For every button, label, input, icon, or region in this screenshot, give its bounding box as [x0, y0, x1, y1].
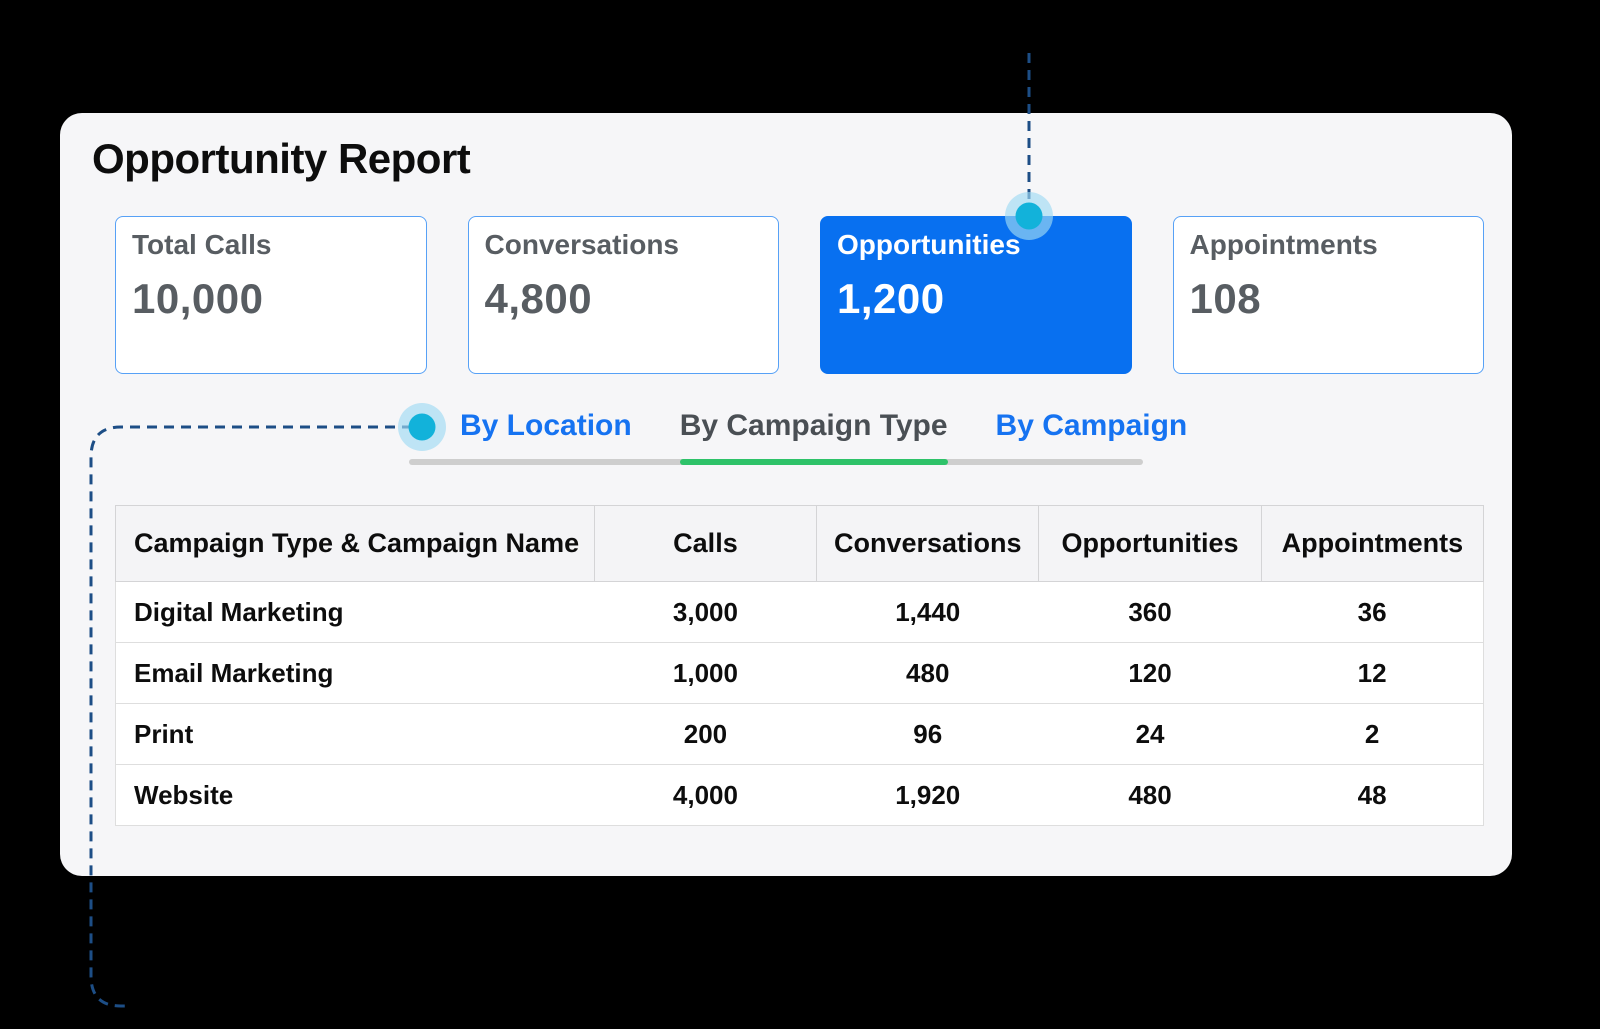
column-header-calls: Calls [593, 505, 818, 582]
cell-opportunities: 360 [1038, 581, 1262, 643]
stat-value: 108 [1189, 275, 1262, 323]
stat-value: 1,200 [837, 275, 945, 323]
page-title: Opportunity Report [92, 135, 471, 182]
campaign-report-table: Campaign Type & Campaign Name Calls Conv… [115, 505, 1485, 826]
tab-by-campaign-type[interactable]: By Campaign Type [680, 407, 948, 445]
row-name: Email Marketing [115, 642, 595, 704]
screenshot-stage: Opportunity Report Total Calls 10,000 Co… [0, 0, 1600, 1029]
cell-calls: 4,000 [594, 764, 817, 826]
cell-calls: 1,000 [594, 642, 817, 704]
cell-conversations: 1,920 [816, 764, 1039, 826]
row-name: Website [115, 764, 595, 826]
stat-label: Appointments [1189, 229, 1378, 260]
column-header-conversations: Conversations [816, 505, 1040, 582]
cell-opportunities: 24 [1038, 703, 1262, 765]
cell-opportunities: 480 [1038, 764, 1262, 826]
cell-calls: 3,000 [594, 581, 817, 643]
column-header-opportunities: Opportunities [1038, 505, 1262, 582]
tab-by-campaign[interactable]: By Campaign [996, 407, 1188, 445]
column-header-campaign: Campaign Type & Campaign Name [115, 505, 595, 582]
stat-label: Total Calls [132, 229, 272, 260]
row-name: Print [115, 703, 595, 765]
table-row: Email Marketing 1,000 480 120 12 [115, 642, 1485, 704]
cell-calls: 200 [594, 703, 817, 765]
cell-appointments: 36 [1261, 581, 1485, 643]
stats-row: Total Calls 10,000 Conversations 4,800 O… [115, 216, 1484, 374]
cell-conversations: 480 [816, 642, 1039, 704]
active-tab-indicator [680, 459, 948, 465]
cell-appointments: 12 [1261, 642, 1485, 704]
cell-conversations: 1,440 [816, 581, 1039, 643]
column-header-appointments: Appointments [1260, 505, 1485, 582]
stat-value: 4,800 [484, 275, 593, 323]
tab-by-location[interactable]: By Location [460, 407, 632, 445]
report-tabs: By Location By Campaign Type By Campaign [409, 407, 1187, 465]
stat-card-total-calls[interactable]: Total Calls 10,000 [115, 216, 427, 374]
cell-appointments: 2 [1261, 703, 1485, 765]
stat-card-opportunities[interactable]: Opportunities 1,200 [820, 216, 1132, 374]
stat-label: Conversations [484, 229, 680, 260]
cell-opportunities: 120 [1038, 642, 1262, 704]
table-row: Digital Marketing 3,000 1,440 360 36 [115, 581, 1485, 643]
table-header-row: Campaign Type & Campaign Name Calls Conv… [115, 505, 1485, 582]
cell-conversations: 96 [816, 703, 1039, 765]
cell-appointments: 48 [1261, 764, 1485, 826]
stat-card-conversations[interactable]: Conversations 4,800 [467, 216, 779, 374]
tab-row: By Location By Campaign Type By Campaign [409, 407, 1187, 445]
opportunity-report-panel: Opportunity Report Total Calls 10,000 Co… [60, 113, 1512, 876]
table-row: Print 200 96 24 2 [115, 703, 1485, 765]
row-name: Digital Marketing [115, 581, 595, 643]
stat-value: 10,000 [132, 275, 264, 323]
stat-card-appointments[interactable]: Appointments 108 [1172, 216, 1484, 374]
stat-label: Opportunities [837, 229, 1021, 260]
table-row: Website 4,000 1,920 480 48 [115, 764, 1485, 826]
